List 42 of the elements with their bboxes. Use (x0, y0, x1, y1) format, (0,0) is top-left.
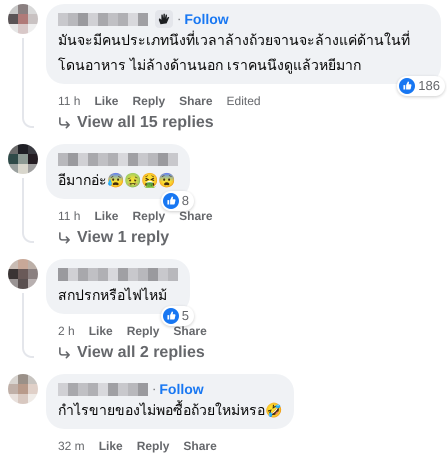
like-icon (162, 193, 179, 209)
separator-dot: · (152, 380, 156, 398)
avatar-placeholder[interactable] (8, 259, 38, 289)
reaction-count: 5 (182, 308, 189, 324)
action-link[interactable]: Share (183, 437, 217, 455)
comment-text: อีมากอ่ะ😰🤢🤮😨 (58, 171, 176, 190)
action-link[interactable]: Reply (136, 437, 170, 455)
comment-text: กำไรขายของไม่พอซื้อถ้วยใหม่หรอ🤣 (58, 399, 282, 420)
comment-time[interactable]: 2 h (58, 322, 75, 340)
action-link[interactable]: Like (94, 92, 118, 110)
action-link[interactable]: Like (94, 207, 118, 225)
reply-arrow-icon (58, 116, 71, 130)
reply-arrow-icon (58, 346, 71, 360)
separator-dot: · (177, 10, 182, 28)
follow-link[interactable]: Follow (184, 8, 229, 30)
comment-time[interactable]: 11 h (58, 207, 80, 225)
thread-line (22, 178, 34, 243)
reaction-count: 186 (418, 78, 440, 94)
comment-time[interactable]: 11 h (58, 92, 80, 110)
like-icon (162, 308, 179, 324)
action-link[interactable]: Share (179, 92, 213, 110)
view-replies-link[interactable]: View 1 reply (46, 225, 170, 251)
comment-text: มันจะมีคนประเภทนึงที่เวลาล้างถ้วยจานจะล้างแค่ด้านในที่โดนอาหาร ไม่ล้างด้านนอก เราคนนึงดูแล้วหยีมาก (58, 30, 411, 76)
reaction-pill[interactable]: 5 (160, 306, 194, 326)
view-replies-link[interactable]: View all 15 replies (46, 110, 214, 136)
action-link[interactable]: Like (98, 437, 123, 455)
avatar-placeholder[interactable] (8, 4, 38, 34)
action-link[interactable]: Reply (132, 92, 166, 110)
action-link[interactable]: Reply (126, 322, 160, 340)
follow-link[interactable]: Follow (159, 378, 204, 400)
comment-text: สกปรกหรือไฟไหม้ (58, 286, 168, 305)
edited-label[interactable]: Edited (226, 92, 261, 110)
thread-line (22, 293, 34, 358)
reaction-pill[interactable]: 186 (397, 76, 445, 96)
reply-arrow-icon (58, 232, 71, 244)
avatar-placeholder[interactable] (8, 144, 38, 174)
view-replies-link[interactable]: View all 2 replies (46, 340, 205, 366)
like-icon (399, 78, 416, 94)
reaction-pill[interactable]: 8 (160, 191, 194, 211)
comment-time[interactable]: 32 m (58, 437, 85, 455)
reaction-count: 8 (182, 193, 189, 209)
action-link[interactable]: Like (88, 322, 113, 340)
